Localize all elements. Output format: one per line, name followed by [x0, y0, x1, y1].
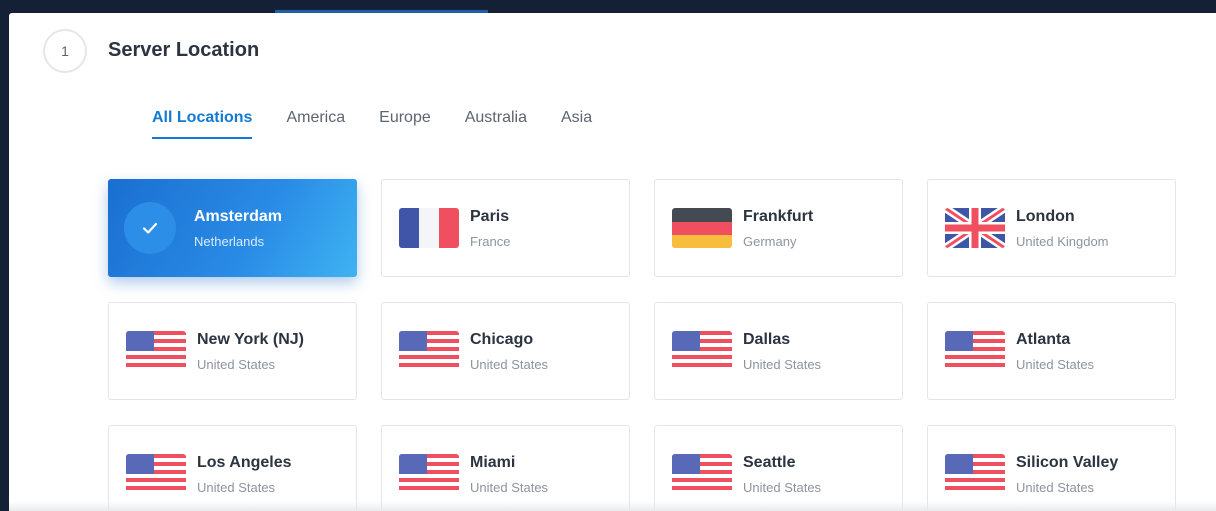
tab-australia[interactable]: Australia — [465, 109, 527, 139]
location-card-amsterdam[interactable]: Amsterdam Netherlands — [108, 179, 357, 277]
location-city: Seattle — [743, 454, 796, 471]
location-country: United States — [197, 357, 276, 372]
location-city: Los Angeles — [197, 454, 292, 471]
location-card-los-angeles[interactable]: Los Angeles United States — [108, 425, 357, 511]
location-card-atlanta[interactable]: Atlanta United States — [927, 302, 1176, 400]
location-country: United States — [197, 480, 276, 495]
location-country: United States — [743, 357, 822, 372]
us-flag-icon — [399, 454, 459, 494]
us-flag-icon — [945, 454, 1005, 494]
tab-america[interactable]: America — [286, 109, 345, 139]
step-number-badge: 1 — [43, 29, 87, 73]
location-country: United States — [743, 480, 822, 495]
us-flag-icon — [126, 454, 186, 494]
location-city: New York (NJ) — [197, 331, 304, 348]
location-city: Amsterdam — [194, 208, 283, 225]
location-card-miami[interactable]: Miami United States — [381, 425, 630, 511]
location-country: France — [470, 234, 511, 249]
uk-flag-icon — [945, 208, 1005, 248]
location-country: Netherlands — [194, 234, 265, 249]
location-city: Silicon Valley — [1016, 454, 1119, 471]
location-city: Dallas — [743, 331, 791, 348]
location-city: London — [1016, 208, 1075, 225]
us-flag-icon — [126, 331, 186, 371]
location-card-frankfurt[interactable]: Frankfurt Germany — [654, 179, 903, 277]
location-card-london[interactable]: London United Kingdom — [927, 179, 1176, 277]
location-card-new-york[interactable]: New York (NJ) United States — [108, 302, 357, 400]
step-number: 1 — [61, 43, 69, 59]
location-country: United States — [1016, 480, 1095, 495]
us-flag-icon — [399, 331, 459, 371]
location-country: United Kingdom — [1016, 234, 1109, 249]
location-city: Miami — [470, 454, 516, 471]
location-country: United States — [1016, 357, 1095, 372]
location-card-silicon-valley[interactable]: Silicon Valley United States — [927, 425, 1176, 511]
location-card-paris[interactable]: Paris France — [381, 179, 630, 277]
location-card-seattle[interactable]: Seattle United States — [654, 425, 903, 511]
location-city: Chicago — [470, 331, 534, 348]
location-city: Atlanta — [1016, 331, 1071, 348]
location-country: United States — [470, 357, 549, 372]
server-location-panel: 1 Server Location All Locations America … — [9, 13, 1216, 511]
location-card-chicago[interactable]: Chicago United States — [381, 302, 630, 400]
us-flag-icon — [672, 454, 732, 494]
bottom-fade — [9, 501, 1216, 511]
location-city: Frankfurt — [743, 208, 814, 225]
tab-asia[interactable]: Asia — [561, 109, 592, 139]
region-tabs: All Locations America Europe Australia A… — [152, 109, 626, 139]
us-flag-icon — [672, 331, 732, 371]
location-city: Paris — [470, 208, 510, 225]
tab-europe[interactable]: Europe — [379, 109, 431, 139]
location-card-dallas[interactable]: Dallas United States — [654, 302, 903, 400]
location-country: United States — [470, 480, 549, 495]
check-icon — [124, 202, 176, 254]
germany-flag-icon — [672, 208, 732, 248]
france-flag-icon — [399, 208, 459, 248]
tab-all-locations[interactable]: All Locations — [152, 109, 253, 139]
section-title: Server Location — [108, 39, 260, 61]
us-flag-icon — [945, 331, 1005, 371]
location-country: Germany — [743, 234, 797, 249]
location-grid: Amsterdam Netherlands Paris France Frank… — [108, 179, 1176, 511]
